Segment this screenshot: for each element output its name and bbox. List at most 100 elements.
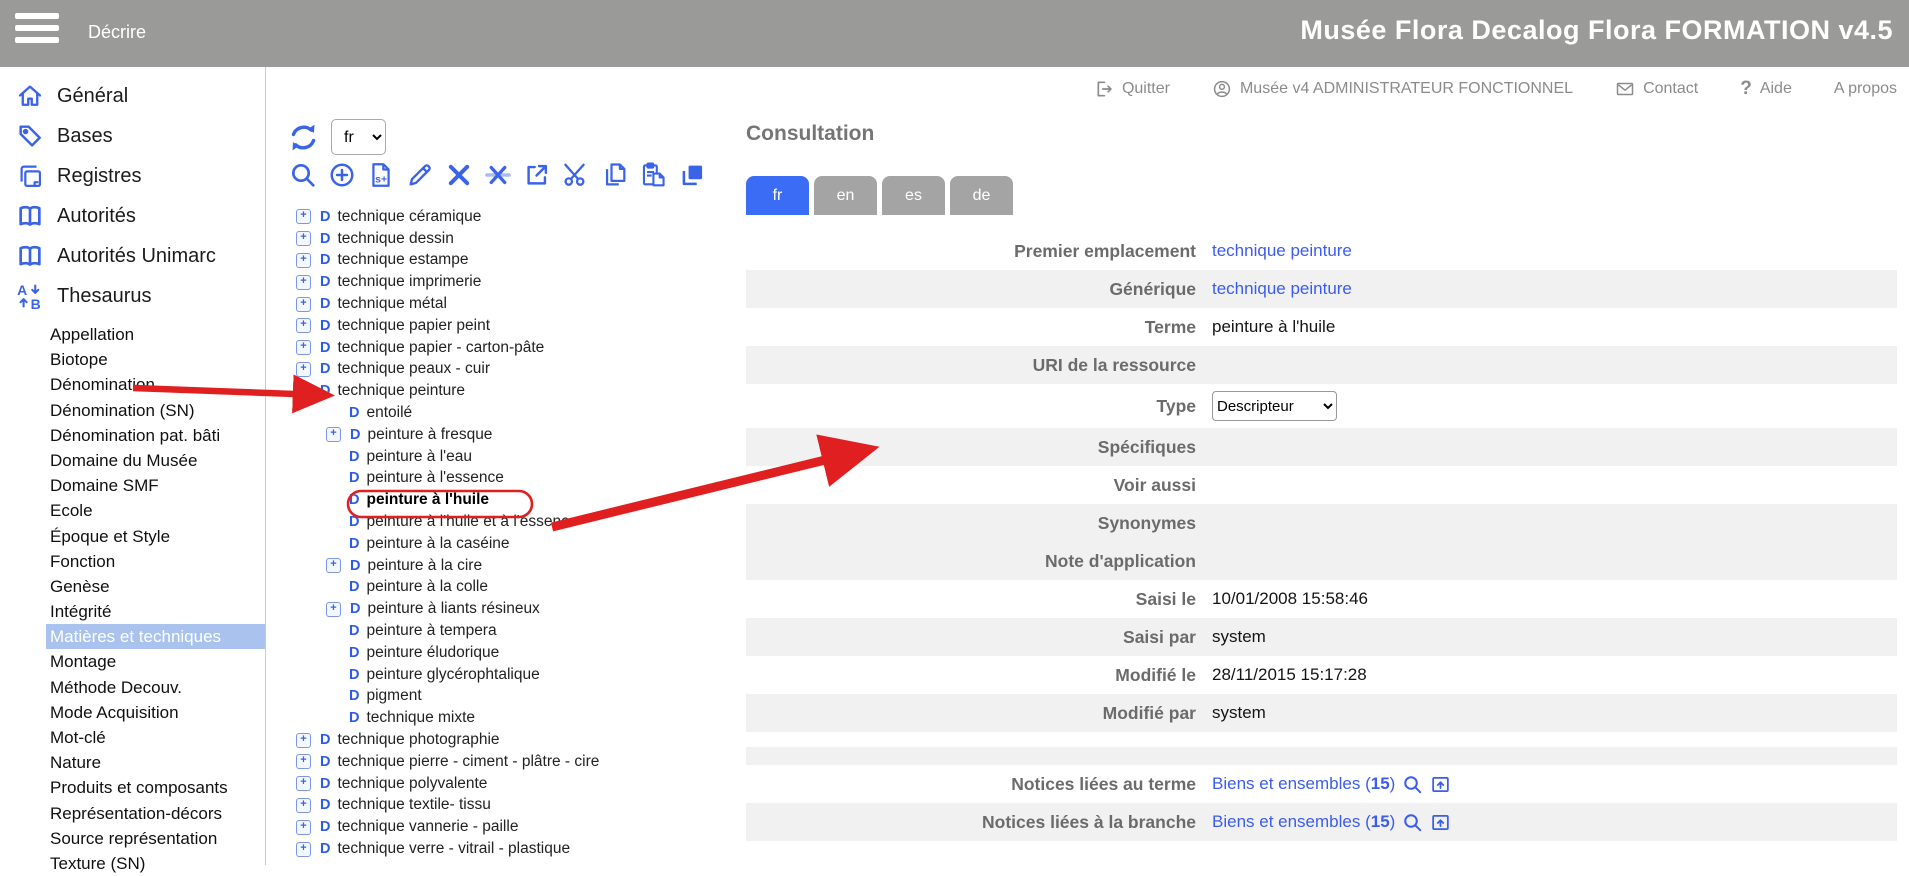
sidebar-item-autorites[interactable]: Autorités	[0, 196, 265, 236]
expand-icon[interactable]: +	[296, 842, 311, 857]
move-button[interactable]	[523, 161, 551, 189]
tree-node-technique-peaux-cuir[interactable]: technique peaux - cuir	[337, 360, 490, 378]
expand-icon[interactable]: +	[326, 558, 341, 573]
notices-link[interactable]: Biens et ensembles (15)	[1212, 774, 1395, 794]
tab-es[interactable]: es	[882, 176, 945, 215]
thesaurus-item-methode-decouv[interactable]: Méthode Decouv.	[46, 675, 265, 700]
thesaurus-item-domaine-smf[interactable]: Domaine SMF	[46, 473, 265, 498]
expand-icon[interactable]: +	[296, 253, 311, 268]
tree-language-select[interactable]: fr	[331, 119, 386, 155]
tab-en[interactable]: en	[814, 176, 877, 215]
thesaurus-item-epoque-et-style[interactable]: Époque et Style	[46, 524, 265, 549]
expand-icon[interactable]: +	[296, 820, 311, 835]
tree-node-peinture-a-l-eau[interactable]: peinture à l'eau	[366, 448, 472, 466]
expand-icon[interactable]: +	[296, 362, 311, 377]
tab-de[interactable]: de	[950, 176, 1013, 215]
thesaurus-item-mode-acquisition[interactable]: Mode Acquisition	[46, 700, 265, 725]
expand-icon[interactable]: +	[296, 231, 311, 246]
edit-button[interactable]	[406, 161, 434, 189]
expand-icon[interactable]: +	[296, 754, 311, 769]
tree-node-pigment[interactable]: pigment	[366, 687, 421, 705]
thesaurus-item-matieres-et-techniques[interactable]: Matières et techniques	[46, 624, 265, 649]
thesaurus-item-fonction[interactable]: Fonction	[46, 549, 265, 574]
sidebar-item-autorites-unimarc[interactable]: Autorités Unimarc	[0, 236, 265, 276]
tree-node-technique-dessin[interactable]: technique dessin	[337, 230, 453, 248]
expand-icon[interactable]: +	[296, 798, 311, 813]
search-button[interactable]	[289, 161, 317, 189]
add-button[interactable]	[328, 161, 356, 189]
about-link[interactable]: A propos	[1834, 80, 1897, 98]
tab-fr[interactable]: fr	[746, 176, 809, 215]
thesaurus-item-biotope[interactable]: Biotope	[46, 347, 265, 372]
thesaurus-item-ecole[interactable]: Ecole	[46, 498, 265, 523]
thesaurus-item-texture-sn[interactable]: Texture (SN)	[46, 851, 265, 876]
contact-link[interactable]: Contact	[1615, 79, 1698, 99]
help-link[interactable]: ? Aide	[1740, 78, 1792, 100]
thesaurus-item-domaine-du-musee[interactable]: Domaine du Musée	[46, 448, 265, 473]
tree-node-peinture-a-la-colle[interactable]: peinture à la colle	[366, 578, 488, 596]
quit-link[interactable]: Quitter	[1094, 79, 1170, 99]
thesaurus-item-denomination[interactable]: Dénomination	[46, 372, 265, 397]
refresh-icon[interactable]	[287, 121, 320, 154]
search-icon[interactable]	[1402, 774, 1423, 795]
paste-button[interactable]	[640, 161, 668, 189]
thesaurus-item-representation-decors[interactable]: Représentation-décors	[46, 801, 265, 826]
tree-node-technique-pierre-ciment-platre-cire[interactable]: technique pierre - ciment - plâtre - cir…	[337, 753, 599, 771]
thesaurus-item-montage[interactable]: Montage	[46, 649, 265, 674]
notices-link[interactable]: Biens et ensembles (15)	[1212, 812, 1395, 832]
type-select[interactable]: Descripteur	[1212, 391, 1337, 421]
search-icon[interactable]	[1402, 812, 1423, 833]
duplicate-button[interactable]	[679, 161, 707, 189]
thesaurus-item-mot-cle[interactable]: Mot-clé	[46, 725, 265, 750]
tree-node-peinture-a-l-huile-et-a-l-essence[interactable]: peinture à l'huile et à l'essence	[366, 513, 577, 531]
open-window-icon[interactable]	[1430, 812, 1451, 833]
tree-node-technique-verre-vitrail-plastique[interactable]: technique verre - vitrail - plastique	[337, 840, 570, 858]
expand-icon[interactable]: +	[326, 427, 341, 442]
tree-node-technique-peinture[interactable]: technique peinture	[337, 382, 465, 400]
thesaurus-item-nature[interactable]: Nature	[46, 750, 265, 775]
user-link[interactable]: Musée v4 ADMINISTRATEUR FONCTIONNEL	[1212, 79, 1573, 99]
add-descriptor-button[interactable]	[367, 161, 395, 189]
expand-icon[interactable]: +	[326, 602, 341, 617]
value-link[interactable]: technique peinture	[1212, 241, 1352, 261]
expand-icon[interactable]: +	[296, 776, 311, 791]
thesaurus-item-produits-et-composants[interactable]: Produits et composants	[46, 775, 265, 800]
tree-node-technique-photographie[interactable]: technique photographie	[337, 731, 499, 749]
tree-node-technique-polyvalente[interactable]: technique polyvalente	[337, 775, 487, 793]
expand-icon[interactable]: +	[296, 733, 311, 748]
tree-node-peinture-a-l-huile[interactable]: peinture à l'huile	[366, 491, 489, 509]
collapse-icon[interactable]: −	[296, 384, 311, 399]
expand-icon[interactable]: +	[296, 209, 311, 224]
sidebar-item-general[interactable]: Général	[0, 76, 265, 116]
cut-button[interactable]	[562, 161, 590, 189]
tree-node-technique-mixte[interactable]: technique mixte	[366, 709, 475, 727]
thesaurus-item-source-representation[interactable]: Source représentation	[46, 826, 265, 851]
tree-node-technique-imprimerie[interactable]: technique imprimerie	[337, 273, 481, 291]
tree-node-peinture-glycerophtalique[interactable]: peinture glycérophtalique	[366, 666, 539, 684]
tree-node-technique-ceramique[interactable]: technique céramique	[337, 208, 481, 226]
tree-node-peinture-a-tempera[interactable]: peinture à tempera	[366, 622, 496, 640]
sidebar-item-thesaurus[interactable]: Thesaurus	[0, 276, 265, 316]
copy-button[interactable]	[601, 161, 629, 189]
tree-node-peinture-a-l-essence[interactable]: peinture à l'essence	[366, 469, 503, 487]
tree-node-technique-metal[interactable]: technique métal	[337, 295, 446, 313]
tree-node-technique-papier-peint[interactable]: technique papier peint	[337, 317, 490, 335]
tree-node-technique-vannerie-paille[interactable]: technique vannerie - paille	[337, 818, 518, 836]
thesaurus-item-genese[interactable]: Genèse	[46, 574, 265, 599]
value-link[interactable]: technique peinture	[1212, 279, 1352, 299]
tree-node-peinture-a-la-caseine[interactable]: peinture à la caséine	[366, 535, 509, 553]
hamburger-menu-icon[interactable]	[15, 13, 59, 53]
open-window-icon[interactable]	[1430, 774, 1451, 795]
tree-node-peinture-a-fresque[interactable]: peinture à fresque	[367, 426, 492, 444]
expand-icon[interactable]: +	[296, 297, 311, 312]
tree-node-technique-estampe[interactable]: technique estampe	[337, 251, 468, 269]
tree-node-technique-papier-carton-pate[interactable]: technique papier - carton-pâte	[337, 339, 544, 357]
sidebar-item-registres[interactable]: Registres	[0, 156, 265, 196]
sidebar-item-bases[interactable]: Bases	[0, 116, 265, 156]
tree-node-technique-textile-tissu[interactable]: technique textile- tissu	[337, 796, 490, 814]
expand-icon[interactable]: +	[296, 275, 311, 290]
thesaurus-item-integrite[interactable]: Intégrité	[46, 599, 265, 624]
delete-branch-button[interactable]	[484, 161, 512, 189]
thesaurus-item-appellation[interactable]: Appellation	[46, 322, 265, 347]
tree-node-entoile[interactable]: entoilé	[366, 404, 412, 422]
